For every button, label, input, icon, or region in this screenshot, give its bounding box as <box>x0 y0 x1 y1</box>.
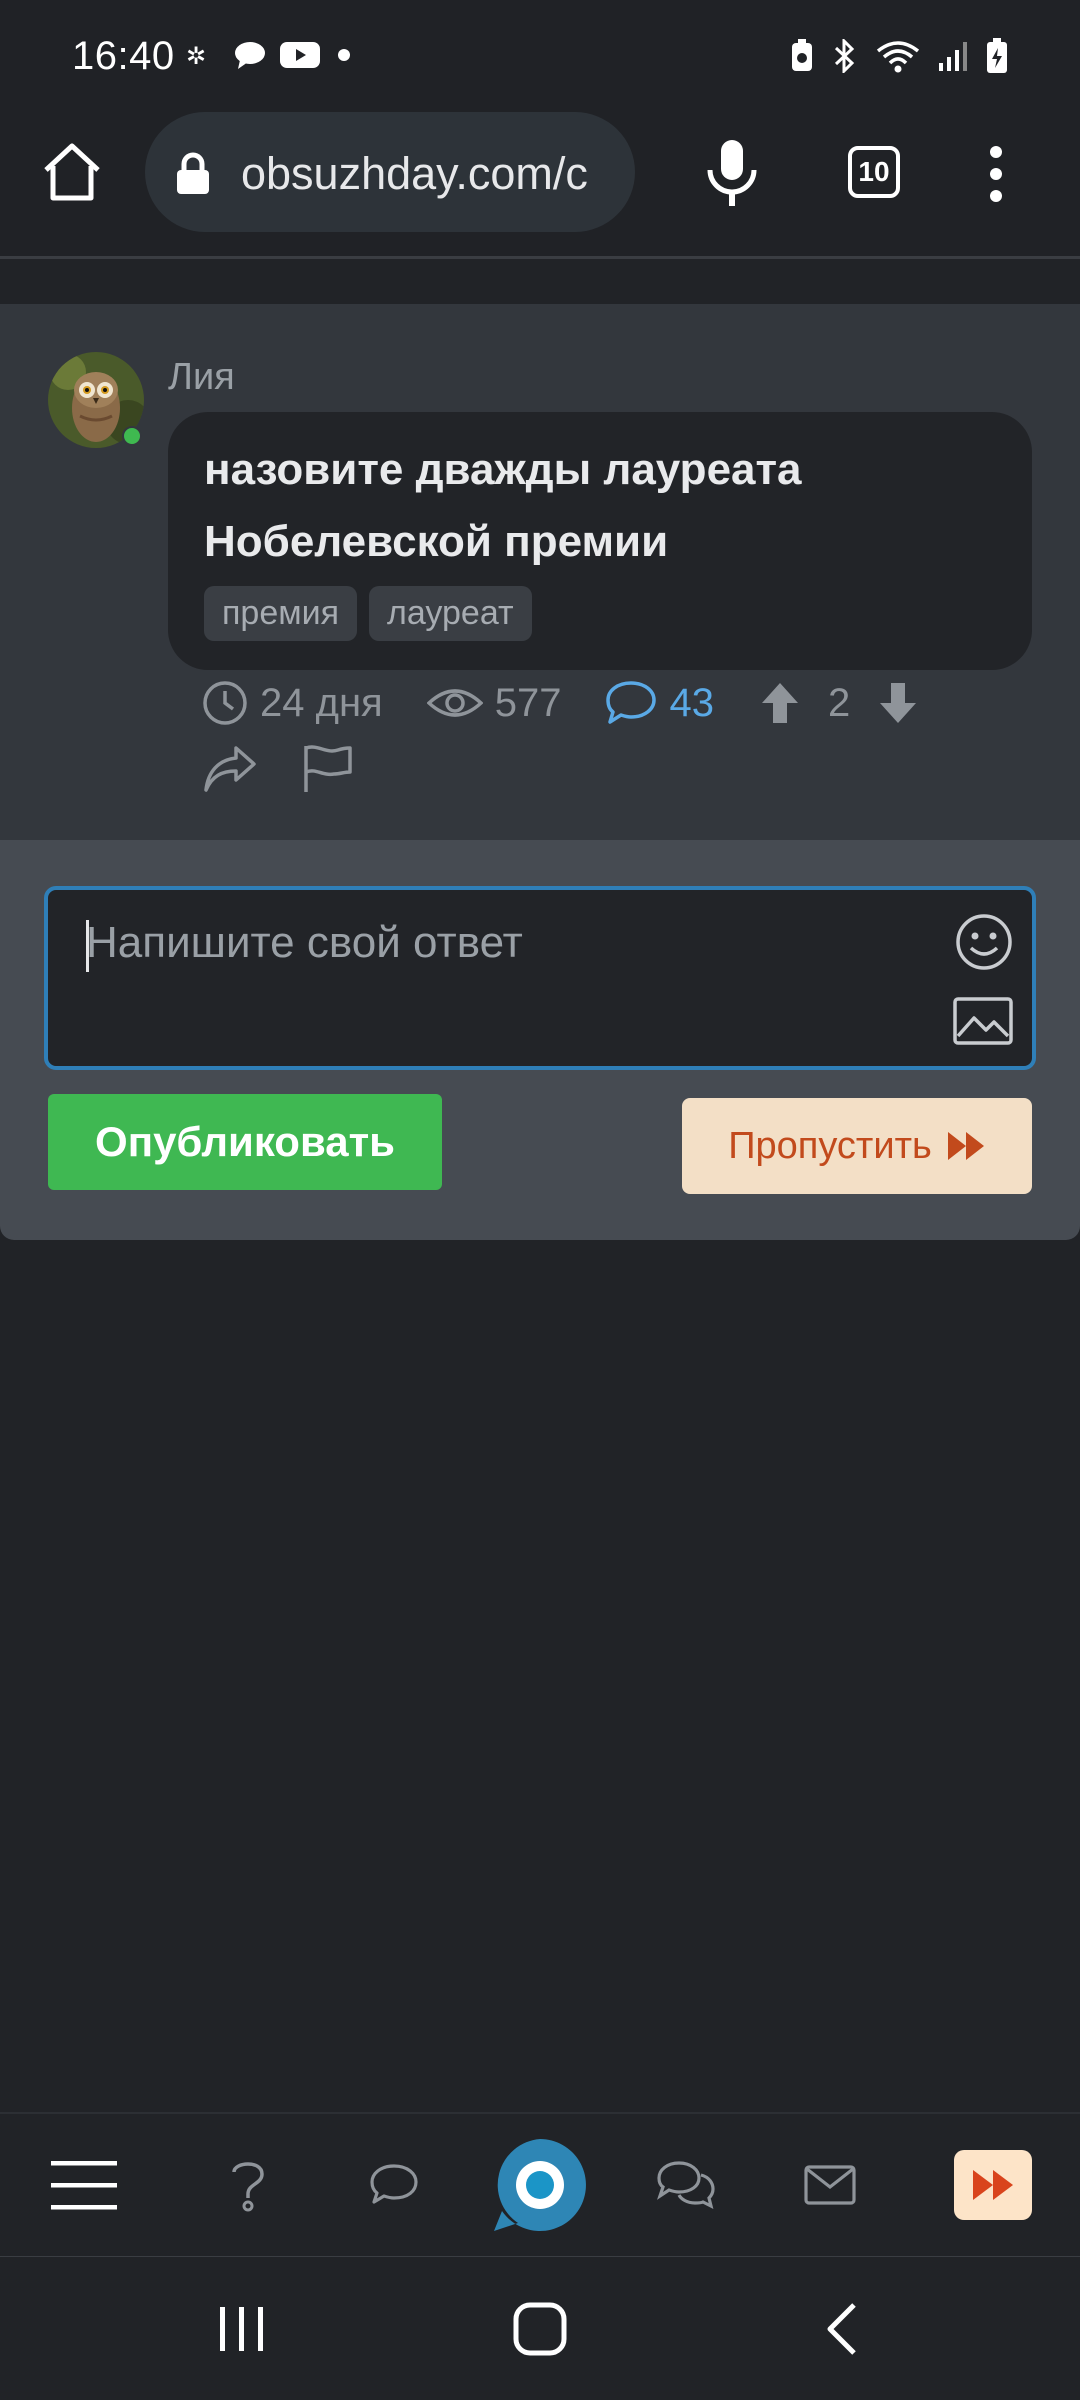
views-count: 577 <box>426 680 562 726</box>
home-square-icon <box>513 2302 567 2356</box>
question-card: Лия назовите дважды лауреата Нобелевской… <box>0 304 1080 840</box>
smiley-icon <box>956 914 1012 970</box>
tag[interactable]: премия <box>204 586 358 641</box>
vpn-icon: ✲ <box>186 42 206 70</box>
fast-forward-icon <box>947 1132 984 1160</box>
signal-icon <box>939 42 967 71</box>
hamburger-menu-icon <box>51 2161 117 2210</box>
battery-charging-icon <box>987 38 1007 73</box>
eye-icon <box>426 689 483 717</box>
question-stats: 24 дня 577 43 2 <box>202 680 964 726</box>
views-text: 577 <box>494 680 562 725</box>
comment-icon <box>606 681 657 724</box>
comments-link[interactable]: 43 <box>605 680 714 726</box>
vote-count: 2 <box>827 680 851 725</box>
nav-comments-button[interactable] <box>354 2114 434 2256</box>
question-age: 24 дня <box>202 680 383 726</box>
back-chevron-icon <box>827 2303 856 2355</box>
notification-icons: ✲ <box>186 40 354 70</box>
envelope-icon <box>804 2165 856 2205</box>
question-bubble: назовите дважды лауреата Нобелевской пре… <box>168 412 1032 670</box>
skip-label: Пропустить <box>728 1124 932 1167</box>
site-logo-icon <box>494 2139 586 2231</box>
flag-icon[interactable] <box>302 744 354 794</box>
share-icon[interactable] <box>202 744 258 794</box>
image-icon <box>953 997 1013 1045</box>
answer-placeholder: Напишите свой ответ <box>86 918 523 967</box>
more-vertical-icon <box>990 146 1002 202</box>
bottom-navigation <box>0 2112 1080 2259</box>
comments-text: 43 <box>669 680 714 725</box>
skip-button[interactable]: Пропустить <box>682 1098 1032 1194</box>
tag[interactable]: лауреат <box>369 586 532 641</box>
bluetooth-icon <box>834 39 855 73</box>
microphone-icon <box>707 140 757 206</box>
nav-questions-button[interactable] <box>208 2114 288 2256</box>
battery-saver-icon <box>792 39 812 71</box>
browser-toolbar: obsuzhday.com/c 10 <box>0 110 1080 259</box>
nav-discussions-button[interactable] <box>646 2114 726 2256</box>
emoji-button[interactable] <box>954 912 1014 972</box>
back-button[interactable] <box>822 2301 862 2357</box>
vote-controls: 2 <box>758 681 920 726</box>
author-name[interactable]: Лия <box>168 356 235 399</box>
youtube-icon <box>280 42 320 68</box>
question-title[interactable]: назовите дважды лауреата Нобелевской пре… <box>204 434 996 578</box>
publish-button[interactable]: Опубликовать <box>48 1094 442 1190</box>
nav-messages-button[interactable] <box>790 2114 870 2256</box>
nav-home-logo-button[interactable] <box>488 2114 592 2256</box>
nav-skip-button[interactable] <box>954 2150 1032 2220</box>
clock-icon <box>203 681 247 725</box>
system-navigation-bar <box>0 2257 1080 2400</box>
attach-image-button[interactable] <box>952 996 1014 1046</box>
url-text: obsuzhday.com/c <box>241 148 588 199</box>
address-bar[interactable]: obsuzhday.com/c <box>145 112 635 232</box>
svg-text:✲: ✲ <box>186 42 206 70</box>
browser-menu-button[interactable] <box>986 144 1006 204</box>
answer-input[interactable]: Напишите свой ответ <box>44 886 1036 1070</box>
status-time: 16:40 <box>72 34 175 78</box>
system-status-icons <box>790 38 1008 74</box>
discussion-icon <box>657 2161 715 2209</box>
online-status-indicator <box>122 426 142 446</box>
upvote-icon[interactable] <box>758 681 802 725</box>
home-button[interactable] <box>40 140 104 204</box>
answer-panel: Напишите свой ответ Опубликовать Пропуст… <box>0 840 1080 1240</box>
downvote-icon[interactable] <box>876 681 920 725</box>
text-cursor <box>86 920 89 972</box>
lock-icon <box>177 152 209 194</box>
chat-bubble-outline-icon <box>370 2164 418 2204</box>
fast-forward-icon <box>973 2170 1013 2200</box>
question-mark-icon <box>232 2162 264 2212</box>
system-home-button[interactable] <box>512 2301 568 2357</box>
age-text: 24 дня <box>260 680 383 725</box>
dot-icon <box>338 49 350 61</box>
wifi-icon <box>876 41 920 73</box>
home-icon <box>44 143 100 201</box>
question-title-line-2: Нобелевской премии <box>204 517 669 566</box>
recent-apps-button[interactable] <box>216 2303 268 2355</box>
voice-search-button[interactable] <box>700 138 764 208</box>
nav-menu-button[interactable] <box>44 2114 124 2256</box>
tag-list: премия лауреат <box>204 586 996 641</box>
status-bar: 16:40 ✲ <box>0 0 1080 110</box>
recent-apps-icon <box>220 2307 263 2351</box>
chat-bubble-icon <box>235 42 265 69</box>
question-title-line-1: назовите дважды лауреата <box>204 445 802 494</box>
question-actions <box>202 744 354 794</box>
tab-switcher-button[interactable]: 10 <box>848 146 900 198</box>
